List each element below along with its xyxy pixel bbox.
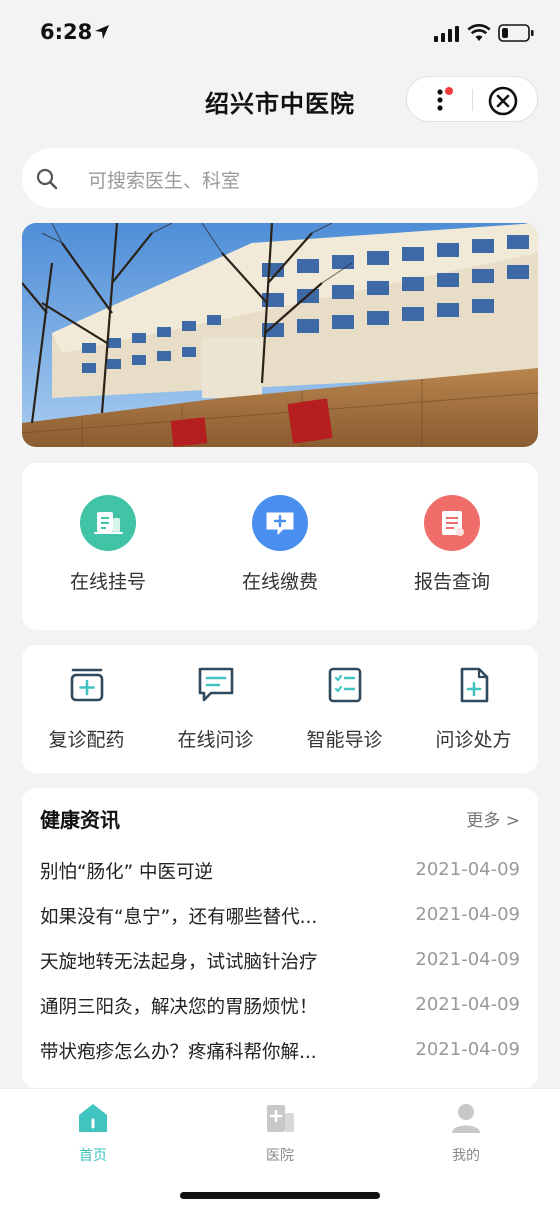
cellular-signal-icon xyxy=(434,26,459,42)
news-date: 2021-04-09 xyxy=(415,859,520,880)
news-title: 通阴三阳灸，解决您的胃肠烦忧！ xyxy=(40,997,318,1018)
service-report-query[interactable]: 报告查询 xyxy=(366,495,538,594)
search-bar[interactable]: 可搜索医生、科室 xyxy=(22,148,538,208)
user-icon xyxy=(452,1104,480,1133)
home-indicator xyxy=(180,1192,380,1199)
tab-label: 首页 xyxy=(79,1148,107,1164)
news-item[interactable]: 带状疱疹怎么办？疼痛科帮你解... 2021-04-09 xyxy=(40,1038,520,1068)
service-label: 智能导诊 xyxy=(306,729,383,751)
news-item[interactable]: 如果没有“息宁”，还有哪些替代... 2021-04-09 xyxy=(40,903,520,933)
news-more-link[interactable]: 更多 > xyxy=(466,806,520,831)
battery-icon xyxy=(498,24,534,42)
hospital-building-image xyxy=(22,223,538,447)
news-title: 天旋地转无法起身，试试脑针治疗 xyxy=(40,952,318,973)
service-label: 在线缴费 xyxy=(241,571,318,593)
news-title: 别怕“肠化” 中医可逆 xyxy=(40,862,214,883)
news-title: 带状疱疹怎么办？疼痛科帮你解... xyxy=(40,1042,317,1063)
service-label: 复诊配药 xyxy=(48,729,125,751)
tab-hospital[interactable]: 医院 xyxy=(220,1101,340,1165)
capsule-divider xyxy=(472,89,473,111)
service-consult-prescription[interactable]: 问诊处方 xyxy=(409,665,538,752)
tab-mine[interactable]: 我的 xyxy=(406,1101,526,1165)
location-arrow-icon xyxy=(95,25,109,39)
status-bar: 6:28 xyxy=(0,0,560,66)
service-online-consult[interactable]: 在线问诊 xyxy=(151,665,280,752)
health-news-card: 健康资讯 更多 > 别怕“肠化” 中医可逆 2021-04-09 如果没有“息宁… xyxy=(22,788,538,1088)
medicine-box-icon xyxy=(70,668,103,702)
service-smart-guide[interactable]: 智能导诊 xyxy=(280,665,409,752)
hospital-banner[interactable] xyxy=(22,223,538,447)
register-icon xyxy=(80,495,136,551)
close-icon[interactable] xyxy=(487,85,519,117)
payment-icon xyxy=(252,495,308,551)
search-placeholder: 可搜索医生、科室 xyxy=(88,170,241,192)
hospital-icon xyxy=(267,1105,294,1132)
news-item[interactable]: 天旋地转无法起身，试试脑针治疗 2021-04-09 xyxy=(40,948,520,978)
news-date: 2021-04-09 xyxy=(415,1039,520,1060)
news-date: 2021-04-09 xyxy=(415,994,520,1015)
service-online-registration[interactable]: 在线挂号 xyxy=(22,495,194,594)
chat-icon xyxy=(198,667,233,702)
checklist-icon xyxy=(328,667,361,703)
mini-program-capsule xyxy=(406,76,538,122)
wifi-icon xyxy=(467,24,491,41)
news-date: 2021-04-09 xyxy=(415,904,520,925)
news-section-title: 健康资讯 xyxy=(40,808,120,832)
prescription-icon xyxy=(460,667,488,703)
nav-bar: 绍兴市中医院 xyxy=(0,66,560,132)
news-title: 如果没有“息宁”，还有哪些替代... xyxy=(40,907,318,928)
home-icon xyxy=(79,1104,107,1132)
tab-label: 我的 xyxy=(452,1148,480,1164)
tab-label: 医院 xyxy=(266,1148,294,1164)
service-label: 在线问诊 xyxy=(177,729,254,751)
report-icon xyxy=(424,495,480,551)
sub-services-card: 复诊配药 在线问诊 智能导诊 问诊处方 xyxy=(22,645,538,773)
service-label: 报告查询 xyxy=(413,571,490,593)
status-time: 6:28 xyxy=(40,20,93,44)
search-icon xyxy=(36,168,58,190)
service-online-payment[interactable]: 在线缴费 xyxy=(194,495,366,594)
news-item[interactable]: 别怕“肠化” 中医可逆 2021-04-09 xyxy=(40,858,520,888)
service-followup-medicine[interactable]: 复诊配药 xyxy=(22,665,151,752)
news-date: 2021-04-09 xyxy=(415,949,520,970)
news-item[interactable]: 通阴三阳灸，解决您的胃肠烦忧！ 2021-04-09 xyxy=(40,993,520,1023)
service-label: 问诊处方 xyxy=(435,729,512,751)
more-icon[interactable] xyxy=(425,85,455,115)
tab-home[interactable]: 首页 xyxy=(33,1101,153,1165)
service-label: 在线挂号 xyxy=(69,571,146,593)
main-services-card: 在线挂号 在线缴费 报告查询 xyxy=(22,463,538,630)
